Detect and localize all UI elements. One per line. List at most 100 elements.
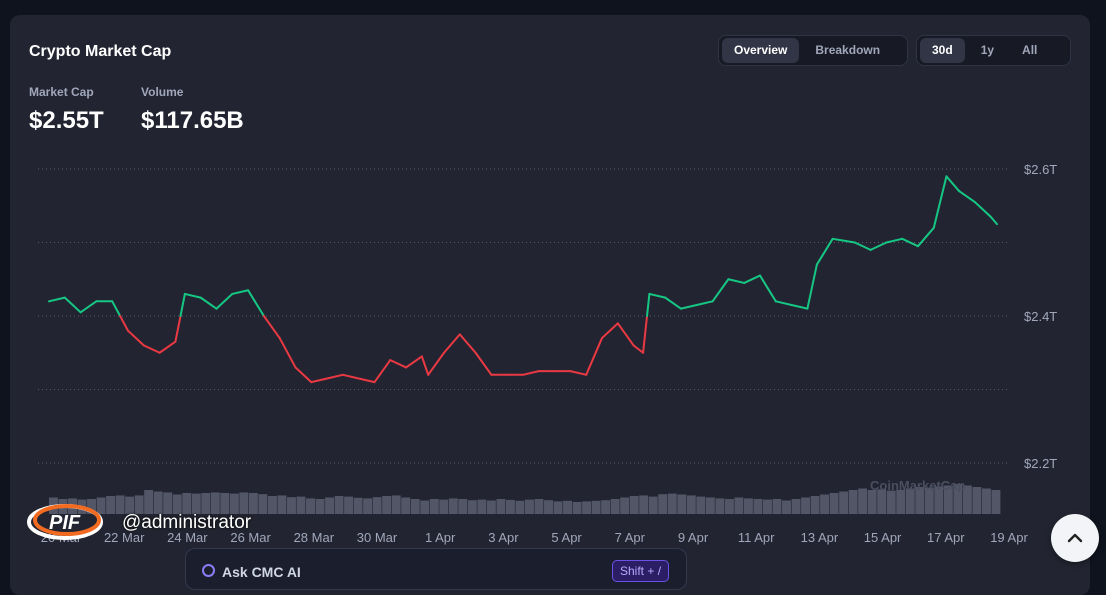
price-line-segment [247,289,265,317]
volume-bar [372,497,382,514]
price-line-segment [632,344,645,354]
price-line-segment [945,175,961,193]
price-line-segment [111,300,122,317]
volume-bar [210,492,220,514]
price-line-segment [680,303,698,310]
price-line-segment [48,296,66,303]
price-line-segment [326,373,344,380]
price-line-segment [932,175,948,229]
volume-bar [401,497,411,514]
volume-bar [772,499,782,514]
price-line-segment [806,263,818,310]
x-tick-label: 28 Mar [294,530,335,545]
price-line-segment [989,215,998,226]
price-line-segment [790,303,809,310]
volume-bar [239,492,249,514]
price-line-segment [199,296,218,310]
x-tick-label: 3 Apr [488,530,519,545]
price-line-segment [63,296,82,314]
volume-bar [629,496,639,514]
volume-bar [248,493,258,514]
volume-bar [458,499,468,514]
y-tick-label: $2.6T [1024,162,1057,177]
price-line-segment [727,278,746,284]
price-line-segment [357,377,376,384]
volume-bar [610,499,620,514]
price-line-segment [231,289,250,295]
volume-bar [296,496,306,514]
price-line-segment [79,300,98,314]
price-line-segment [958,190,976,204]
price-line-segment [616,322,635,347]
volume-bar [553,501,563,514]
price-line-segment [310,377,329,384]
price-line-segment [585,337,603,376]
x-tick-label: 7 Apr [615,530,646,545]
volume-bar [229,493,239,514]
x-tick-label: 30 Mar [357,530,398,545]
price-line-segment [174,315,182,343]
price-line-segment [127,329,145,347]
volume-bar [820,494,830,514]
volume-bar [667,493,677,514]
price-line-segment [294,366,313,384]
x-tick-label: 11 Apr [738,530,775,545]
chevron-up-icon [1067,533,1083,543]
price-line-segment [158,340,177,354]
volume-bar [505,499,515,514]
volume-bar [601,500,611,514]
volume-bar [686,495,696,514]
price-line-segment [443,333,461,354]
volume-bar [753,499,763,514]
price-line-segment [373,359,392,384]
price-line-segment [664,296,682,310]
price-line-segment [405,355,423,369]
price-line-segment [458,333,477,354]
volume-bar [363,498,373,514]
volume-bar [544,500,553,514]
volume-bar [839,491,849,514]
x-tick-label: 19 Apr [990,530,1028,545]
volume-bar [467,500,477,514]
volume-bar [696,496,706,514]
volume-bar [420,500,430,514]
volume-bar [715,498,725,514]
volume-bar [743,498,753,514]
price-line-segment [774,300,793,306]
price-line-segment [427,351,445,376]
price-line-segment [759,274,777,303]
volume-bar [448,498,458,514]
volume-bar [220,493,230,514]
volume-bar [639,495,649,514]
volume-bar [724,499,734,514]
volume-bar [410,499,420,514]
x-tick-label: 13 Apr [801,530,839,545]
price-line-segment [815,237,834,266]
volume-bar [734,497,744,514]
volume-bar [525,499,534,514]
volume-bar [163,492,173,514]
price-line-segment [831,237,856,244]
volume-bar [534,499,544,514]
price-line-segment [869,241,888,251]
volume-bar [429,499,439,514]
volume-bar [877,489,887,514]
ask-cmc-ai-bar[interactable]: Ask CMC AI Shift + / [185,548,687,590]
volume-bar [439,499,449,514]
scroll-to-top-button[interactable] [1051,514,1099,562]
volume-bar [563,500,572,514]
price-line-segment [389,359,408,369]
volume-bar [201,493,211,514]
volume-bar [582,501,592,514]
price-line-segment [420,355,430,376]
x-tick-label: 17 Apr [927,530,965,545]
volume-bar [306,498,315,514]
volume-bar [991,490,1001,514]
volume-bar [486,500,496,514]
price-line-segment [885,237,904,244]
volume-bar [315,499,325,514]
volume-bar [267,496,277,514]
chat-icon [202,564,215,577]
volume-bar [896,490,906,514]
volume-bar [277,495,287,514]
